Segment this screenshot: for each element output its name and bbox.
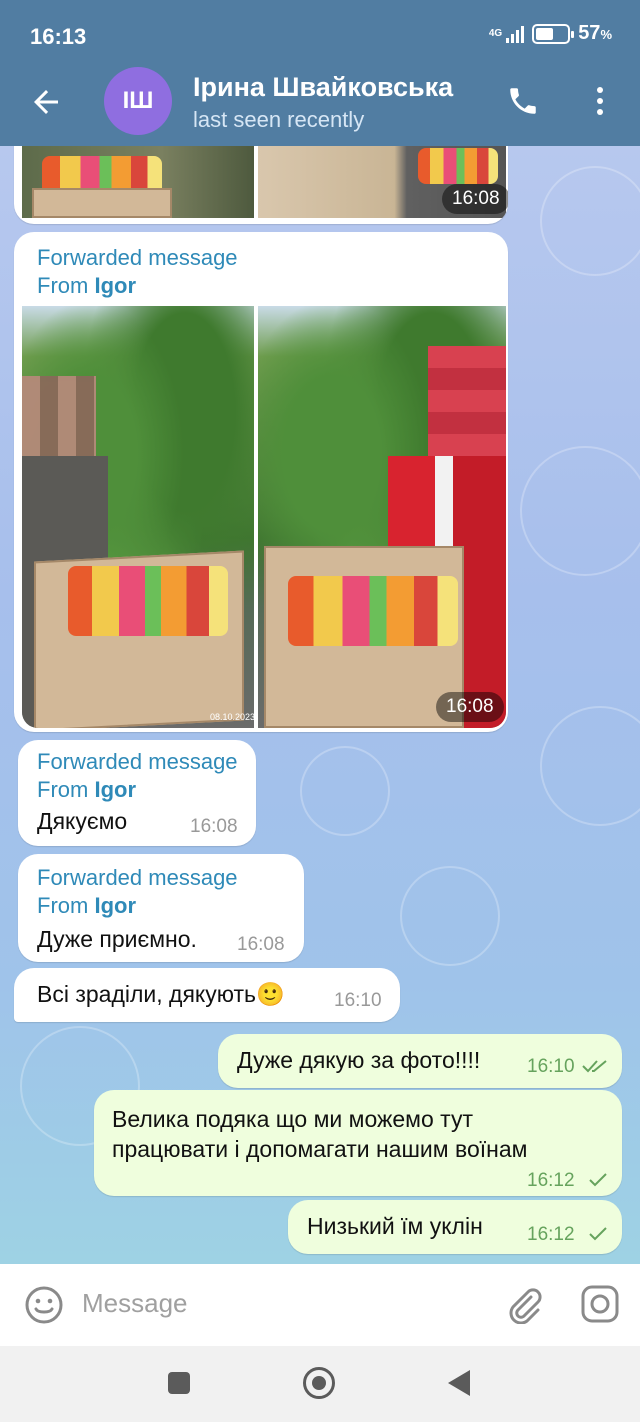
photo-content <box>68 566 228 636</box>
message-outgoing[interactable]: Дуже дякую за фото!!!! 16:10 <box>218 1034 622 1088</box>
message-input-bar: Message <box>0 1264 640 1346</box>
attach-icon[interactable] <box>504 1284 544 1324</box>
message-incoming[interactable]: Всі зраділи, дякують🙂 16:10 <box>14 968 400 1022</box>
message-text: Дуже дякую за фото!!!! <box>237 1047 481 1073</box>
battery-percent: 57% <box>578 22 612 44</box>
message-forwarded[interactable]: Forwarded message From Igor Дякуємо 16:0… <box>18 740 256 846</box>
photo[interactable] <box>22 306 254 728</box>
message-text: Дуже приємно. <box>37 926 197 952</box>
message-time: 16:10 <box>334 990 382 1011</box>
message-outgoing[interactable]: Низький їм уклін 16:12 <box>288 1200 622 1254</box>
status-time: 16:13 <box>30 24 87 49</box>
message-time: 16:08 <box>436 692 504 722</box>
system-back-button[interactable] <box>448 1370 470 1396</box>
phone-icon[interactable] <box>506 84 540 118</box>
forwarded-from[interactable]: From Igor <box>37 272 136 300</box>
forwarded-from[interactable]: From Igor <box>37 776 136 804</box>
signal-icon <box>506 25 525 43</box>
forwarded-label: Forwarded message <box>37 749 238 774</box>
camera-icon[interactable] <box>580 1284 620 1324</box>
smile-emoji-icon: 🙂 <box>256 981 285 1007</box>
message-outgoing[interactable]: Велика подяка що ми можемо тут працювати… <box>94 1090 622 1196</box>
message-forwarded[interactable]: Forwarded message From Igor Дуже приємно… <box>18 854 304 962</box>
photo-content <box>418 148 498 184</box>
back-arrow-icon[interactable] <box>28 84 64 120</box>
message-line: Велика подяка що ми можемо тут <box>112 1106 473 1132</box>
message-text: Всі зраділи, дякують🙂 <box>37 981 285 1007</box>
photo-content <box>32 188 172 218</box>
status-icons: 4G 57% <box>489 22 612 45</box>
photo-content <box>288 576 458 646</box>
message-forwarded-album[interactable]: Forwarded message From Igor 16:08 08.10.… <box>14 232 508 732</box>
background-pattern <box>400 866 500 966</box>
photo[interactable] <box>22 146 254 218</box>
forwarded-label: Forwarded message <box>37 865 238 890</box>
message-time: 16:08 <box>442 184 508 214</box>
network-type: 4G <box>488 27 503 39</box>
battery-icon <box>532 23 575 44</box>
avatar[interactable]: ІШ <box>104 67 172 135</box>
message-time: 16:12 <box>527 1170 575 1191</box>
system-nav-bar <box>0 1346 640 1422</box>
message-time: 16:08 <box>190 816 238 837</box>
forwarded-label: Forwarded message <box>37 245 238 270</box>
pixelated-face <box>22 376 96 466</box>
chat-subtitle: last seen recently <box>193 107 365 132</box>
single-check-icon <box>589 1173 607 1187</box>
forwarded-from[interactable]: From Igor <box>37 892 136 920</box>
chat-header: 16:13 4G 57% ІШ Ірина Швайковська last s… <box>0 0 640 146</box>
avatar-initials: ІШ <box>122 87 154 114</box>
message-text: Дякуємо <box>37 808 128 834</box>
message-time: 16:12 <box>527 1224 575 1245</box>
pixelated-face <box>428 346 506 456</box>
background-pattern <box>540 166 640 276</box>
message-input[interactable]: Message <box>82 1288 188 1319</box>
emoji-icon[interactable] <box>24 1285 64 1325</box>
message-time: 16:08 <box>237 934 285 955</box>
chat-area[interactable]: 16:08 Forwarded message From Igor 16:08 … <box>0 146 640 1264</box>
recents-button[interactable] <box>168 1372 190 1394</box>
more-vertical-icon[interactable] <box>590 86 610 116</box>
message-text: Низький їм уклін <box>307 1213 483 1239</box>
background-pattern <box>300 746 390 836</box>
chat-title[interactable]: Ірина Швайковська <box>193 72 453 103</box>
message-album-top[interactable]: 16:08 <box>14 146 508 224</box>
photo-date-stamp: 08.10.2023 <box>210 712 256 722</box>
status-bar: 16:13 4G 57% <box>0 0 640 72</box>
message-time: 16:10 <box>527 1056 575 1077</box>
message-text: Велика подяка що ми можемо тут працювати… <box>112 1104 527 1164</box>
double-check-icon <box>582 1060 607 1073</box>
background-pattern <box>520 446 640 576</box>
photo[interactable] <box>258 306 506 728</box>
background-pattern <box>540 706 640 826</box>
single-check-icon <box>589 1227 607 1241</box>
home-button[interactable] <box>303 1367 335 1399</box>
message-line: працювати і допомагати нашим воїнам <box>112 1136 528 1162</box>
